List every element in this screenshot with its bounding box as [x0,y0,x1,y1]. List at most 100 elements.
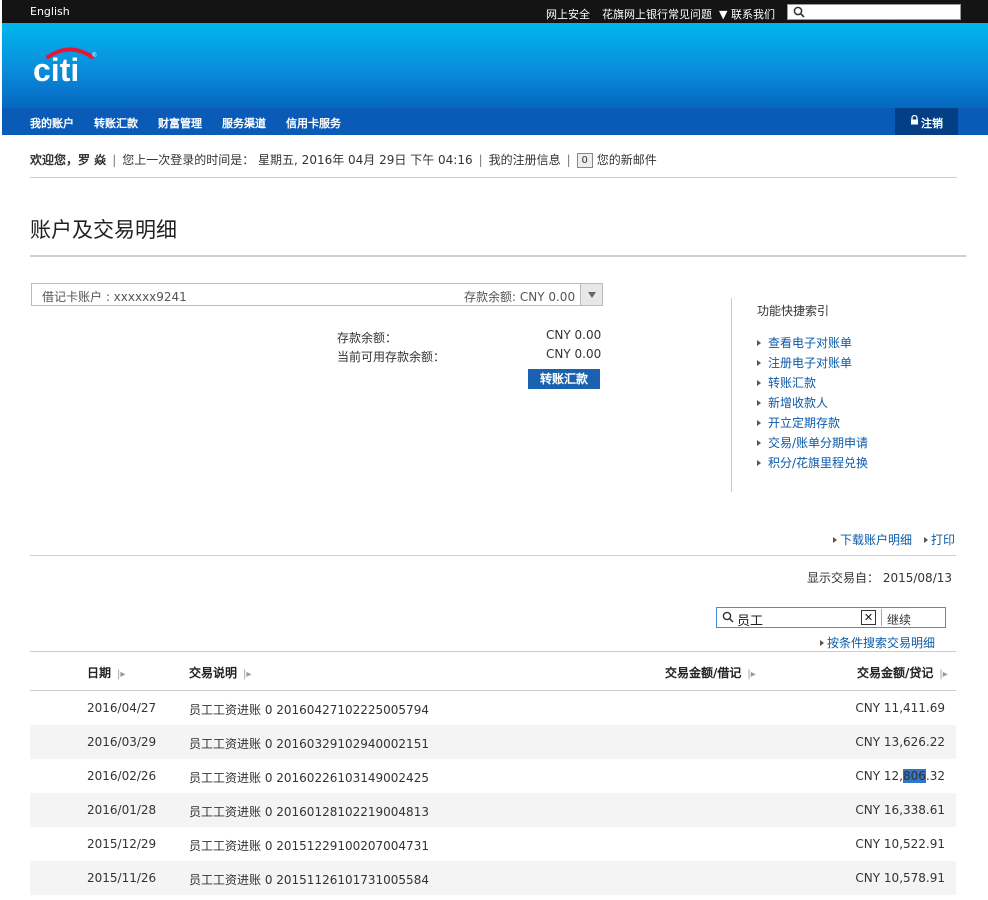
sort-icon[interactable]: |▸ [117,669,125,680]
chevron-down-icon[interactable] [580,284,602,305]
row-description: 员工工资进账 0 20160128102219004813 [189,805,429,819]
account-select[interactable]: 借记卡账户 : xxxxxx9241 存款余额: CNY 0.00 [31,283,603,306]
arrow-right-icon [833,536,837,543]
quick-link-add-payee[interactable]: 新增收款人 [757,394,828,411]
download-statement-link[interactable]: 下载账户明细 [833,531,912,548]
site-search-input[interactable] [787,4,961,20]
arrow-right-icon [820,639,824,646]
available-balance-value: CNY 0.00 [546,347,602,361]
nav-credit-card[interactable]: 信用卡服务 [286,115,341,131]
sort-icon[interactable]: |▸ [939,669,947,680]
quick-link-register-statement[interactable]: 注册电子对账单 [757,354,852,371]
nav-wealth[interactable]: 财富管理 [158,115,202,131]
row-credit-amount: CNY 16,338.61 [855,803,945,817]
row-date: 2016/01/28 [87,803,157,817]
quick-link-time-deposit[interactable]: 开立定期存款 [757,414,840,431]
col-header-debit[interactable]: 交易金额/借记 |▸ [665,664,756,681]
divider [30,177,957,178]
faq-link[interactable]: 花旗网上银行常见问题 [602,6,712,22]
logo-text: citi [33,52,79,87]
row-credit-amount: CNY 10,578.91 [855,871,945,885]
arrow-right-icon [757,359,761,366]
arrow-right-icon [757,399,761,406]
account-select-balance: 存款余额: CNY 0.00 [464,290,576,304]
row-description: 员工工资进账 0 20160226103149002425 [189,771,429,785]
row-description: 员工工资进账 0 20151229100207004731 [189,839,429,853]
divider [30,255,966,257]
citi-logo[interactable]: citi ® [32,41,102,87]
col-header-date[interactable]: 日期 |▸ [87,664,125,681]
col-header-credit[interactable]: 交易金额/贷记 |▸ [857,664,948,681]
main-nav: 我的账户 转账汇款 财富管理 服务渠道 信用卡服务 注销 [2,108,988,135]
search-icon [793,6,805,18]
row-date: 2016/02/26 [87,769,157,783]
row-date: 2015/12/29 [87,837,157,851]
nav-my-account[interactable]: 我的账户 [30,115,74,131]
table-row[interactable]: 2016/04/27 员工工资进账 0 20160427102225005794… [30,691,956,725]
nav-channels[interactable]: 服务渠道 [222,115,266,131]
text-selection-highlight: 806 [903,769,926,783]
svg-text:®: ® [92,52,97,59]
available-balance-label: 当前可用存款余额： [337,350,446,364]
logout-label: 注销 [921,117,943,130]
row-date: 2016/04/27 [87,701,157,715]
table-row[interactable]: 2015/12/29 员工工资进账 0 20151229100207004731… [30,827,956,861]
row-credit-amount: CNY 13,626.22 [855,735,945,749]
page-title: 账户及交易明细 [30,218,177,242]
brand-header: citi ® [2,23,988,108]
row-description: 员工工资进账 0 20151126101731005584 [189,873,429,887]
new-mail-link[interactable]: 您的新邮件 [597,153,657,167]
search-icon [722,611,734,623]
arrow-right-icon [757,419,761,426]
row-description: 员工工资进账 0 20160427102225005794 [189,703,429,717]
logout-button[interactable]: 注销 [895,108,958,135]
transfer-button[interactable]: 转账汇款 [528,369,600,389]
quick-link-points-redeem[interactable]: 积分/花旗里程兑换 [757,454,868,471]
last-login-text: 您上一次登录的时间是： 星期五, 2016年 04月 29日 下午 04:16 [122,153,473,167]
table-row[interactable]: 2016/01/28 员工工资进账 0 20160128102219004813… [30,793,956,827]
table-row[interactable]: 2016/02/26 员工工资进账 0 20160226103149002425… [30,759,956,793]
row-date: 2015/11/26 [87,871,157,885]
row-credit-amount: CNY 10,522.91 [855,837,945,851]
row-credit-amount: CNY 12,806.32 [855,769,945,783]
quick-link-installment[interactable]: 交易/账单分期申请 [757,434,868,451]
quick-links-divider [731,298,732,492]
quick-link-transfer[interactable]: 转账汇款 [757,374,816,391]
show-from-date: 2015/08/13 [882,571,953,585]
arrow-right-icon [757,379,761,386]
arrow-right-icon [757,339,761,346]
language-link[interactable]: English [30,5,70,18]
quick-link-view-statement[interactable]: 查看电子对账单 [757,334,852,351]
lock-icon [911,115,918,125]
row-credit-amount: CNY 11,411.69 [855,701,945,715]
balance-label: 存款余额： [337,331,398,345]
my-info-link[interactable]: 我的注册信息 [489,153,561,167]
clear-icon[interactable]: ✕ [861,610,876,625]
print-link[interactable]: 打印 [924,531,955,548]
col-header-desc[interactable]: 交易说明 |▸ [189,664,251,681]
sort-icon[interactable]: |▸ [243,669,251,680]
arrow-right-icon [757,439,761,446]
table-row[interactable]: 2016/03/29 员工工资进账 0 20160329102940002151… [30,725,956,759]
contact-us-link[interactable]: ▼ 联系我们 [719,6,775,22]
table-row[interactable]: 2015/11/26 员工工资进账 0 20151126101731005584… [30,861,956,895]
online-security-link[interactable]: 网上安全 [546,6,590,22]
row-date: 2016/03/29 [87,735,157,749]
arrow-right-icon [757,459,761,466]
conditional-search-link[interactable]: 按条件搜索交易明细 [820,634,935,651]
account-select-label: 借记卡账户 : xxxxxx9241 [42,290,187,304]
transaction-filter[interactable]: 员工 ✕ 继续 [716,607,946,629]
nav-transfer[interactable]: 转账汇款 [94,115,138,131]
sort-icon[interactable]: |▸ [747,669,755,680]
row-description: 员工工资进账 0 20160329102940002151 [189,737,429,751]
filter-continue-button[interactable]: 继续 [887,611,911,628]
show-transactions-from: 显示交易自： 2015/08/13 [807,571,953,585]
divider [30,555,956,556]
welcome-line: 欢迎您，罗 焱 | 您上一次登录的时间是： 星期五, 2016年 04月 29日 下… [30,153,657,168]
table-header-top-border [30,651,956,652]
filter-input[interactable]: 员工 [737,610,763,629]
arrow-right-icon [924,536,928,543]
top-utility-bar: English 网上安全 花旗网上银行常见问题 ▼ 联系我们 [2,0,988,23]
balance-value: CNY 0.00 [546,328,602,342]
mail-count-badge[interactable]: 0 [576,153,593,168]
